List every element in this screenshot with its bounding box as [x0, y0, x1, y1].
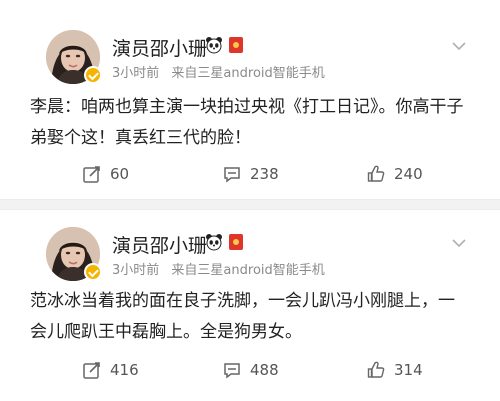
post-content: 范冰冰当着我的面在良子洗脚，一会儿趴冯小刚腿上，一会儿爬趴王中磊胸上。全是狗男女… [30, 291, 455, 342]
panda-icon [205, 36, 223, 54]
post-source: 来自三星android智能手机 [171, 263, 325, 278]
user-badges [205, 36, 243, 54]
red-envelope-icon [229, 37, 243, 53]
post-source: 来自三星android智能手机 [171, 66, 325, 81]
comment-icon [222, 360, 242, 380]
panda-icon [205, 233, 223, 251]
post-meta: 3小时前 来自三星android智能手机 [112, 62, 325, 81]
repost-count: 416 [110, 361, 139, 379]
thumbs-up-icon [366, 164, 386, 184]
post-content: 李晨：咱两也算主演一块拍过央视《打工日记》。你高干子弟娶个这！真丢红三代的脸！ [30, 97, 464, 148]
user-badges [205, 233, 243, 251]
repost-button[interactable]: 416 [82, 356, 139, 384]
comment-count: 238 [250, 165, 279, 183]
like-count: 314 [394, 361, 423, 379]
weibo-post: 演员邵小珊 3小时前 来自三星android智能手机 [0, 0, 500, 200]
chevron-down-icon[interactable] [452, 36, 466, 51]
weibo-post: 演员邵小珊 3小时前 来自三星android智能手机 [0, 210, 500, 401]
username[interactable]: 演员邵小珊 [112, 34, 207, 61]
post-time: 3小时前 [112, 263, 160, 278]
like-button[interactable]: 240 [366, 160, 423, 188]
comment-button[interactable]: 488 [222, 356, 279, 384]
like-count: 240 [394, 165, 423, 183]
post-meta: 3小时前 来自三星android智能手机 [112, 259, 325, 278]
repost-button[interactable]: 60 [82, 160, 129, 188]
comment-icon [222, 164, 242, 184]
weibo-feed: 演员邵小珊 3小时前 来自三星android智能手机 李晨：咱两也算主演一块拍过… [0, 0, 500, 401]
thumbs-up-icon [366, 360, 386, 380]
post-divider [0, 199, 500, 210]
repost-icon [82, 164, 102, 184]
post-time: 3小时前 [112, 66, 160, 81]
post-actions: 416 488 314 [0, 356, 500, 384]
like-button[interactable]: 314 [366, 356, 423, 384]
verified-badge-icon [84, 66, 102, 84]
post-actions: 60 238 240 [0, 160, 500, 188]
comment-button[interactable]: 238 [222, 160, 279, 188]
chevron-down-icon[interactable] [452, 233, 466, 248]
repost-count: 60 [110, 165, 130, 183]
repost-icon [82, 360, 102, 380]
username[interactable]: 演员邵小珊 [112, 231, 207, 258]
comment-count: 488 [250, 361, 279, 379]
verified-badge-icon [84, 263, 102, 281]
red-envelope-icon [229, 234, 243, 250]
